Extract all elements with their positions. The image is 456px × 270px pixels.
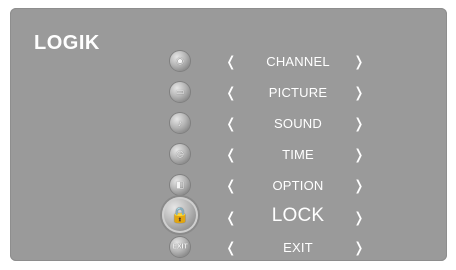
exit-icon: EXIT — [170, 237, 190, 257]
menu-item-label: LOCK — [271, 205, 325, 226]
left-arrow-icon[interactable]: ❬ — [225, 83, 237, 101]
tv-screen-icon: ▭ — [170, 82, 190, 102]
menu-item-label: SOUND — [274, 116, 322, 131]
left-arrow-icon[interactable]: ❬ — [225, 238, 237, 256]
right-arrow-icon[interactable]: ❭ — [353, 52, 365, 70]
right-arrow-icon[interactable]: ❭ — [353, 238, 365, 256]
menu-item-label: OPTION — [272, 178, 324, 193]
right-arrow-icon[interactable]: ❭ — [353, 176, 365, 194]
menu-item-channel[interactable]: ◉ ❬ CHANNEL ❭ — [160, 46, 365, 76]
left-arrow-icon[interactable]: ❬ — [225, 114, 237, 132]
left-arrow-icon[interactable]: ❬ — [225, 145, 237, 163]
lock-icon: 🔒 — [162, 197, 198, 233]
menu-item-sound[interactable]: ♪ ❬ SOUND ❭ — [160, 108, 365, 138]
left-arrow-icon[interactable]: ❬ — [225, 176, 237, 194]
right-arrow-icon[interactable]: ❭ — [353, 208, 365, 226]
brand-logo: LOGIK — [34, 32, 100, 54]
menu-item-time[interactable]: ◷ ❬ TIME ❭ — [160, 139, 365, 169]
menu-item-label: TIME — [282, 147, 314, 162]
left-arrow-icon[interactable]: ❬ — [225, 52, 237, 70]
settings-icon: ◧ — [170, 175, 190, 195]
menu-item-exit[interactable]: EXIT ❬ EXIT ❭ — [160, 232, 365, 262]
right-arrow-icon[interactable]: ❭ — [353, 145, 365, 163]
menu-item-option[interactable]: ◧ ❬ OPTION ❭ — [160, 170, 365, 200]
tv-menu-screen: LOGIK ◉ ❬ CHANNEL ❭ ▭ ❬ PICTURE ❭ ♪ ❬ SO… — [10, 8, 447, 261]
menu-item-label: CHANNEL — [266, 54, 330, 69]
menu-item-lock[interactable]: 🔒 ❬ LOCK ❭ — [160, 197, 365, 233]
clock-icon: ◷ — [170, 144, 190, 164]
left-arrow-icon[interactable]: ❬ — [225, 208, 237, 226]
right-arrow-icon[interactable]: ❭ — [353, 83, 365, 101]
speaker-icon: ♪ — [170, 113, 190, 133]
satellite-dish-icon: ◉ — [170, 51, 190, 71]
menu-item-picture[interactable]: ▭ ❬ PICTURE ❭ — [160, 77, 365, 107]
menu-item-label: EXIT — [283, 240, 313, 255]
menu-item-label: PICTURE — [268, 85, 328, 100]
right-arrow-icon[interactable]: ❭ — [353, 114, 365, 132]
